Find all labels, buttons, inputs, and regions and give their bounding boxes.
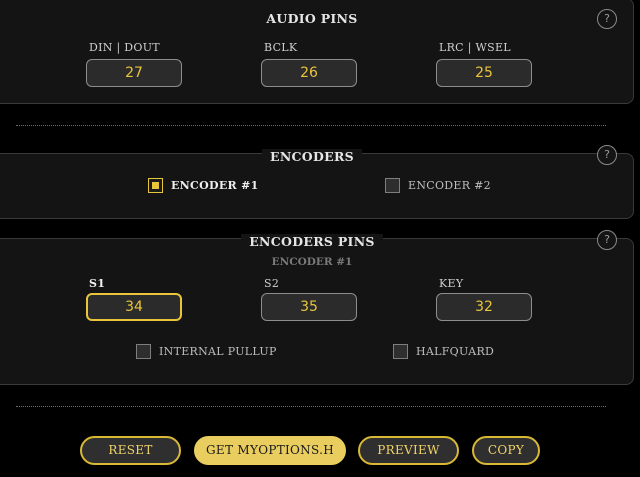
internal-pullup-checkbox[interactable] [136,344,151,359]
halfquard-option[interactable]: HALFQUARD [393,344,494,359]
encoder-subtitle: ENCODER #1 [271,256,353,268]
encoder-pins-title: ENCODERS PINS [0,234,633,249]
lrc-wsel-label: LRC | WSEL [439,41,511,54]
audio-pins-section: AUDIO PINS ? DIN | DOUT BCLK LRC | WSEL [0,0,634,104]
divider-top [16,125,606,126]
encoders-section: ENCODERS ? ENCODER #1 ENCODER #2 [0,145,634,219]
encoder-1-label: ENCODER #1 [171,179,259,192]
encoder-pins-section: ENCODERS PINS ? ENCODER #1 S1 S2 KEY INT… [0,230,634,385]
internal-pullup-label: INTERNAL PULLUP [159,345,277,358]
bclk-label: BCLK [264,41,298,54]
encoder-1-option[interactable]: ENCODER #1 [148,178,259,193]
key-label: KEY [439,277,464,290]
bclk-input[interactable] [261,59,357,87]
preview-button[interactable]: PREVIEW [358,436,459,465]
halfquard-label: HALFQUARD [416,345,495,358]
encoders-title: ENCODERS [0,149,633,164]
copy-button[interactable]: COPY [472,436,540,465]
key-input[interactable] [436,293,532,321]
encoder-2-label: ENCODER #2 [408,179,491,192]
s2-input[interactable] [261,293,357,321]
encoders-help-icon[interactable]: ? [597,145,617,165]
lrc-wsel-input[interactable] [436,59,532,87]
reset-button[interactable]: RESET [80,436,181,465]
halfquard-checkbox[interactable] [393,344,408,359]
din-dout-label: DIN | DOUT [89,41,160,54]
encoder-2-checkbox[interactable] [385,178,400,193]
audio-pins-title: AUDIO PINS [0,11,633,26]
din-dout-input[interactable] [86,59,182,87]
encoder-2-option[interactable]: ENCODER #2 [385,178,491,193]
internal-pullup-option[interactable]: INTERNAL PULLUP [136,344,277,359]
get-myoptions-button[interactable]: GET MYOPTIONS.H [194,436,346,465]
divider-bottom [16,406,606,407]
s1-label: S1 [89,277,106,290]
encoder-pins-help-icon[interactable]: ? [597,230,617,250]
s2-label: S2 [264,277,280,290]
s1-input[interactable] [86,293,182,321]
audio-help-icon[interactable]: ? [597,9,617,29]
encoder-1-checkbox[interactable] [148,178,163,193]
